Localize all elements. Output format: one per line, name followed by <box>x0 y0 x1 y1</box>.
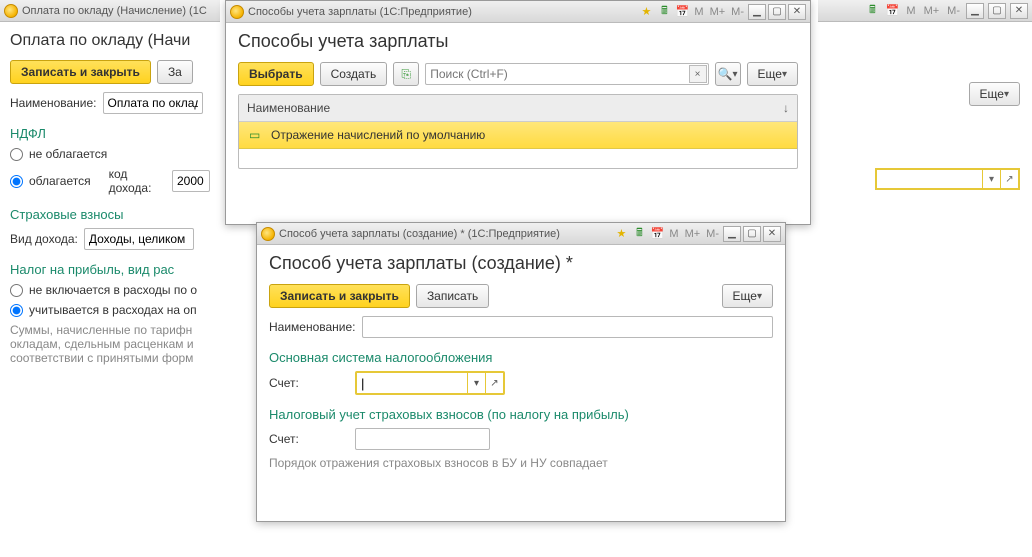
close-button[interactable]: ✕ <box>1010 3 1028 19</box>
insurance-section-title: Страховые взносы <box>10 207 210 222</box>
favorite-icon[interactable]: ★ <box>613 226 629 242</box>
row-label: Отражение начислений по умолчанию <box>271 128 485 142</box>
window-payment-by-salary: Оплата по окладу (Начисление) (1С Оплата… <box>0 0 220 557</box>
open-icon[interactable]: ↗ <box>1000 170 1018 188</box>
toolbar: Записать и закрыть Записать Еще <box>269 284 773 308</box>
window-title: Способы учета зарплаты (1С:Предприятие) <box>248 6 634 18</box>
sort-arrow-icon[interactable]: ↓ <box>783 101 789 115</box>
highlighted-field[interactable]: ▾ ↗ <box>875 168 1020 190</box>
save-and-close-button[interactable]: Записать и закрыть <box>10 60 151 84</box>
copy-icon: ⎘ <box>401 67 411 82</box>
memory-m[interactable]: M <box>667 228 680 240</box>
row-item-icon: ▭ <box>249 128 263 142</box>
profit-opt2-radio[interactable]: учитывается в расходах на оп <box>10 303 197 317</box>
account-input[interactable] <box>357 373 467 393</box>
favorite-icon[interactable]: ★ <box>638 4 654 20</box>
window-salary-accounting-methods: Способы учета зарплаты (1С:Предприятие) … <box>225 0 811 225</box>
hint-text: Суммы, начисленные по тарифн окладам, сд… <box>10 323 210 365</box>
create-button[interactable]: Создать <box>320 62 388 86</box>
ndfl-section-title: НДФЛ <box>10 126 210 141</box>
close-button[interactable]: ✕ <box>788 4 806 20</box>
page-title: Оплата по окладу (Начи <box>10 32 210 50</box>
income-type-label: Вид дохода: <box>10 232 78 246</box>
account-input-group: ▾ ↗ <box>355 371 505 395</box>
save-and-close-button[interactable]: Записать и закрыть <box>269 284 410 308</box>
search-box: × <box>425 63 708 85</box>
memory-m[interactable]: M <box>904 5 917 17</box>
grid-header[interactable]: Наименование ↓ <box>239 95 797 122</box>
calculator-icon[interactable]: 🖩 <box>631 226 647 242</box>
window-title: Способ учета зарплаты (создание) * (1С:П… <box>279 228 609 240</box>
name-label: Наименование: <box>10 96 97 110</box>
close-button[interactable]: ✕ <box>763 226 781 242</box>
maximize-button[interactable]: ▢ <box>988 3 1006 19</box>
more-button[interactable]: Еще <box>969 82 1020 106</box>
profit-opt1-radio[interactable]: не включается в расходы по о <box>10 283 197 297</box>
section-insurance-tax: Налоговый учет страховых взносов (по нал… <box>269 407 773 422</box>
titlebar[interactable]: 🖩 📅 M M+ M- ▁ ▢ ✕ <box>818 0 1032 22</box>
name-input[interactable] <box>362 316 773 338</box>
ndfl-taxed-radio[interactable]: облагается <box>10 174 91 188</box>
calendar-icon[interactable]: 📅 <box>649 226 665 242</box>
memory-mminus[interactable]: M- <box>729 6 746 18</box>
ndfl-not-taxed-radio[interactable]: не облагается <box>10 147 107 161</box>
account-dropdown-icon[interactable]: ▾ <box>467 373 485 393</box>
titlebar[interactable]: Способ учета зарплаты (создание) * (1С:П… <box>257 223 785 245</box>
calculator-icon[interactable]: 🖩 <box>864 3 880 19</box>
profit-tax-section-title: Налог на прибыль, вид рас <box>10 262 210 277</box>
income-type-input[interactable] <box>84 228 194 250</box>
name-input[interactable] <box>103 92 203 114</box>
save-button-truncated[interactable]: За <box>157 60 193 84</box>
find-button[interactable]: 🔍 <box>715 62 741 86</box>
maximize-button[interactable]: ▢ <box>768 4 786 20</box>
save-button[interactable]: Записать <box>416 284 489 308</box>
calculator-icon[interactable]: 🖩 <box>656 4 672 20</box>
income-code-input[interactable] <box>172 170 210 192</box>
app-icon-1c <box>230 5 244 19</box>
footer-hint: Порядок отражения страховых взносов в БУ… <box>269 456 709 470</box>
calendar-icon[interactable]: 📅 <box>674 4 690 20</box>
memory-mminus[interactable]: M- <box>704 228 721 240</box>
list-grid: Наименование ↓ ▭ Отражение начислений по… <box>238 94 798 169</box>
section-main-tax: Основная система налогообложения <box>269 350 773 365</box>
minimize-button[interactable]: ▁ <box>966 3 984 19</box>
memory-m[interactable]: M <box>692 6 705 18</box>
app-icon-1c <box>4 4 18 18</box>
minimize-button[interactable]: ▁ <box>723 226 741 242</box>
magnifier-icon: 🔍 <box>718 67 733 81</box>
window-title: Оплата по окладу (Начисление) (1С <box>22 5 216 17</box>
minimize-button[interactable]: ▁ <box>748 4 766 20</box>
titlebar[interactable]: Оплата по окладу (Начисление) (1С <box>0 0 220 22</box>
copy-button[interactable]: ⎘ <box>393 62 419 86</box>
toolbar: Выбрать Создать ⎘ × 🔍 Еще <box>238 62 798 86</box>
memory-mplus[interactable]: M+ <box>683 228 703 240</box>
account-label-2: Счет: <box>269 432 349 446</box>
name-label: Наименование: <box>269 320 356 334</box>
memory-mminus[interactable]: M- <box>945 5 962 17</box>
search-input[interactable] <box>425 63 708 85</box>
column-name: Наименование <box>247 101 330 115</box>
more-button[interactable]: Еще <box>722 284 773 308</box>
memory-mplus[interactable]: M+ <box>922 5 942 17</box>
choose-button[interactable]: Выбрать <box>238 62 314 86</box>
app-icon-1c <box>261 227 275 241</box>
calendar-icon[interactable]: 📅 <box>884 3 900 19</box>
list-row-selected[interactable]: ▭ Отражение начислений по умолчанию <box>239 122 797 149</box>
more-button[interactable]: Еще <box>747 62 798 86</box>
account-label: Счет: <box>269 376 349 390</box>
titlebar[interactable]: Способы учета зарплаты (1С:Предприятие) … <box>226 1 810 23</box>
account-open-icon[interactable]: ↗ <box>485 373 503 393</box>
income-code-label: код дохода: <box>109 167 166 195</box>
memory-mplus[interactable]: M+ <box>708 6 728 18</box>
page-title: Способы учета зарплаты <box>238 31 798 52</box>
dropdown-icon[interactable]: ▾ <box>982 170 1000 188</box>
search-clear-button[interactable]: × <box>689 65 707 83</box>
maximize-button[interactable]: ▢ <box>743 226 761 242</box>
window-background-right: 🖩 📅 M M+ M- ▁ ▢ ✕ Еще ▾ ↗ <box>818 0 1032 557</box>
account-input-2[interactable] <box>355 428 490 450</box>
window-salary-accounting-create: Способ учета зарплаты (создание) * (1С:П… <box>256 222 786 522</box>
page-title: Способ учета зарплаты (создание) * <box>269 253 773 274</box>
